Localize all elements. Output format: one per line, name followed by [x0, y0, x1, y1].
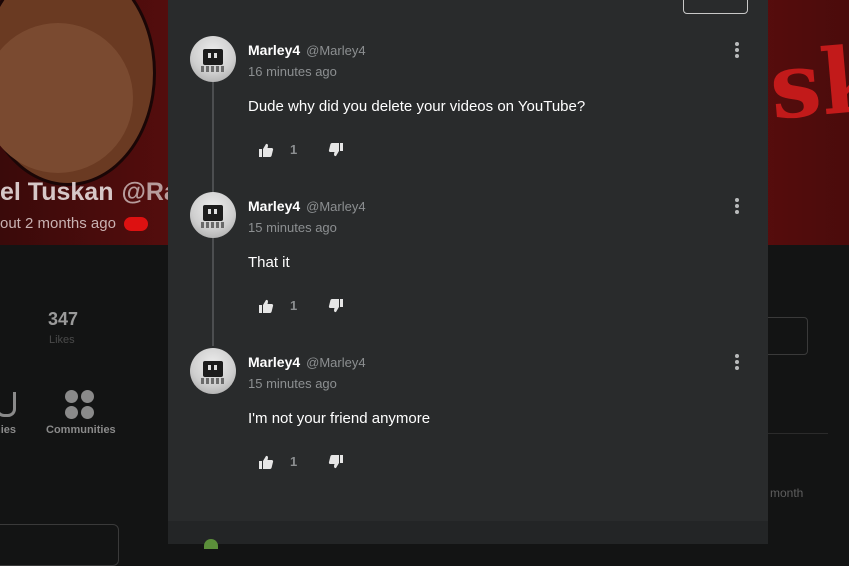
comment-item: Marley4 @Marley4 16 minutes ago Dude why …: [168, 36, 768, 176]
likes-count: 347: [48, 309, 79, 329]
background-month-text: month: [770, 486, 804, 500]
communities-label: Communities: [46, 424, 116, 436]
background-card: [0, 524, 119, 566]
comment-handle: @Marley4: [306, 199, 366, 214]
like-count: 1: [290, 454, 298, 469]
banner-scribble: sk: [765, 25, 849, 141]
profile-joined-text: out 2 months ago: [0, 215, 116, 232]
comment-handle: @Marley4: [306, 355, 366, 370]
thumbs-down-icon[interactable]: [328, 454, 344, 470]
comment-time: 15 minutes ago: [248, 376, 337, 391]
background-divider: [768, 433, 828, 434]
comment-username[interactable]: Marley4: [248, 354, 300, 370]
like-count: 1: [290, 142, 298, 157]
profile-display-name: el Tuskan: [0, 178, 114, 206]
profile-name: el Tuskan @Rat: [0, 178, 186, 207]
like-count: 1: [290, 298, 298, 313]
comment-handle: @Marley4: [306, 43, 366, 58]
current-user-avatar: [204, 539, 218, 549]
profile-joined: out 2 months ago: [0, 215, 148, 232]
comment-item: Marley4 @Marley4 15 minutes ago That it 1: [168, 192, 768, 332]
thumbs-down-icon[interactable]: [328, 298, 344, 314]
reply-bar[interactable]: [168, 521, 768, 549]
comment-username[interactable]: Marley4: [248, 42, 300, 58]
comment-item: Marley4 @Marley4 15 minutes ago I'm not y…: [168, 348, 768, 488]
comment-time: 15 minutes ago: [248, 220, 337, 235]
commenter-avatar[interactable]: [190, 348, 236, 394]
more-vertical-icon[interactable]: [734, 354, 740, 370]
more-vertical-icon[interactable]: [734, 42, 740, 58]
thumbs-up-icon[interactable]: [258, 454, 274, 470]
thumbs-up-icon[interactable]: [258, 298, 274, 314]
comment-username[interactable]: Marley4: [248, 198, 300, 214]
comment-text: I'm not your friend anymore: [248, 410, 431, 427]
comment-text: Dude why did you delete your videos on Y…: [248, 98, 586, 115]
thumbs-up-icon[interactable]: [258, 142, 274, 158]
comment-text: That it: [248, 254, 290, 271]
profile-avatar-face: [0, 23, 133, 173]
communities-icon: [65, 390, 95, 420]
profile-badge: [123, 217, 148, 232]
likes-label: Likes: [49, 334, 75, 346]
comment-author: Marley4 @Marley4: [248, 198, 366, 214]
commenter-avatar[interactable]: [190, 192, 236, 238]
games-label: nies: [0, 424, 17, 436]
commenter-avatar[interactable]: [190, 36, 236, 82]
trophy-icon: [0, 392, 16, 417]
profile-avatar: [0, 0, 156, 186]
comment-author: Marley4 @Marley4: [248, 354, 366, 370]
thumbs-down-icon[interactable]: [328, 142, 344, 158]
comment-author: Marley4 @Marley4: [248, 42, 366, 58]
modal-top-button[interactable]: [683, 0, 748, 14]
comments-modal: Marley4 @Marley4 16 minutes ago Dude why …: [168, 0, 768, 549]
comment-time: 16 minutes ago: [248, 64, 337, 79]
more-vertical-icon[interactable]: [734, 198, 740, 214]
